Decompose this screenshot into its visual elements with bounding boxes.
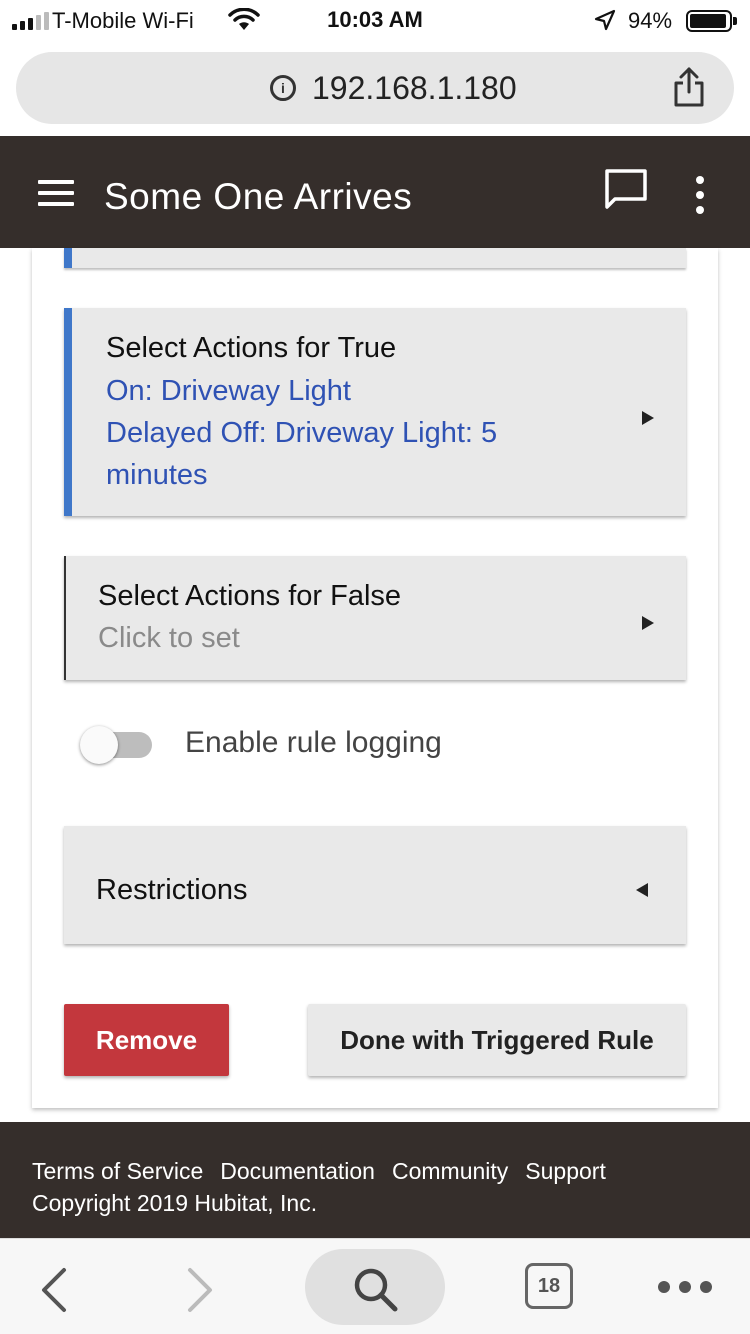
logging-label: Enable rule logging [185,726,442,759]
restrictions-panel[interactable]: Restrictions [64,826,686,944]
done-button[interactable]: Done with Triggered Rule [308,1004,686,1076]
footer-links: Terms of Service Documentation Community… [32,1158,606,1185]
forward-icon[interactable] [186,1267,214,1313]
address-bar[interactable]: i 192.168.1.180 [16,52,734,124]
remove-button[interactable]: Remove [64,1004,229,1076]
page-footer: Terms of Service Documentation Community… [0,1122,750,1238]
footer-link-community[interactable]: Community [392,1158,508,1185]
logging-toggle-knob[interactable] [80,726,118,764]
more-horiz-icon[interactable] [658,1281,712,1293]
footer-link-support[interactable]: Support [525,1158,606,1185]
chat-icon[interactable] [604,168,648,210]
tabs-button[interactable]: 18 [525,1263,573,1309]
actions-true-title: Select Actions for True [106,332,397,364]
actions-true-line: Delayed Off: Driveway Light: 5 [106,417,498,449]
actions-true-line: On: Driveway Light [106,375,351,407]
collapse-arrow-icon [636,883,648,897]
actions-true-line: minutes [106,459,208,491]
location-arrow-icon [594,9,616,31]
expand-arrow-icon [642,616,654,630]
footer-link-terms[interactable]: Terms of Service [32,1158,203,1185]
previous-section-panel[interactable] [64,248,686,268]
back-icon[interactable] [40,1267,68,1313]
search-icon [354,1268,398,1312]
app-header: Some One Arrives [0,136,750,248]
actions-false-placeholder: Click to set [98,622,240,654]
battery-icon [686,10,737,32]
footer-link-documentation[interactable]: Documentation [220,1158,375,1185]
share-icon[interactable] [672,66,706,108]
expand-arrow-icon [642,411,654,425]
battery-percent: 94% [628,8,673,33]
search-button[interactable] [305,1249,445,1325]
status-bar: T-Mobile Wi-Fi 10:03 AM 94% [0,0,750,40]
actions-false-panel[interactable]: Select Actions for False Click to set [64,556,686,680]
page-title: Some One Arrives [104,176,413,217]
more-vert-icon[interactable] [696,176,704,214]
actions-false-title: Select Actions for False [98,580,402,612]
actions-true-panel[interactable]: Select Actions for True On: Driveway Lig… [64,308,686,516]
browser-toolbar: 18 [0,1238,750,1334]
url-text[interactable]: 192.168.1.180 [312,70,517,107]
restrictions-title: Restrictions [96,874,248,906]
copyright: Copyright 2019 Hubitat, Inc. [32,1190,318,1216]
info-icon[interactable]: i [270,75,296,101]
hamburger-menu-icon[interactable] [38,180,74,206]
